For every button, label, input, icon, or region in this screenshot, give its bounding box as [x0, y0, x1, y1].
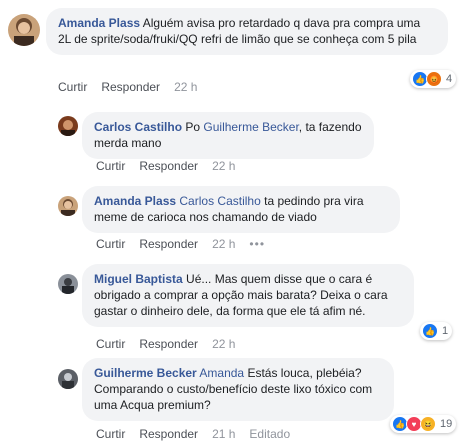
avatar-image	[58, 196, 78, 216]
reply-button[interactable]: Responder	[139, 237, 198, 251]
like-button[interactable]: Curtir	[96, 159, 125, 173]
reply-button[interactable]: Responder	[139, 427, 198, 441]
reactions-summary[interactable]: 👍 1	[420, 322, 453, 340]
comment-bubble: Amanda Plass Alguém avisa pro retardado …	[46, 8, 448, 55]
like-button[interactable]: Curtir	[58, 80, 87, 94]
comment-prefix: Po	[185, 120, 201, 134]
comment-author[interactable]: Miguel Baptista	[94, 272, 183, 286]
reaction-count: 1	[442, 325, 449, 337]
reaction-count: 4	[446, 73, 453, 85]
avatar[interactable]	[58, 196, 78, 216]
mention-link[interactable]: Guilherme Becker	[203, 120, 298, 134]
comment-author[interactable]: Guilherme Becker	[94, 366, 197, 380]
mention-link[interactable]: Carlos Castilho	[179, 194, 260, 208]
like-button[interactable]: Curtir	[96, 337, 125, 351]
reactions-summary[interactable]: 👍 ♥ 😆 19	[390, 415, 457, 433]
comment-bubble: Guilherme Becker Amanda Estás louca, ple…	[82, 358, 394, 421]
comment-actions: Curtir Responder 21 h Editado	[96, 427, 304, 441]
timestamp[interactable]: 22 h	[212, 237, 235, 251]
like-button[interactable]: Curtir	[96, 237, 125, 251]
reactions-summary[interactable]: 👍 😡 4	[410, 70, 457, 88]
reaction-count: 19	[440, 418, 453, 430]
avatar[interactable]	[58, 274, 78, 294]
avatar[interactable]	[58, 116, 78, 136]
comment-bubble: Miguel Baptista Ué... Mas quem disse que…	[82, 264, 414, 327]
avatar-image	[58, 274, 78, 294]
like-icon: 👍	[422, 323, 438, 339]
comment-actions: Curtir Responder 22 h •••	[96, 237, 279, 251]
avatar[interactable]	[8, 14, 40, 46]
haha-icon: 😆	[420, 416, 436, 432]
comment-author[interactable]: Amanda Plass	[94, 194, 176, 208]
timestamp[interactable]: 21 h	[212, 427, 235, 441]
reply-button[interactable]: Responder	[139, 159, 198, 173]
like-button[interactable]: Curtir	[96, 427, 125, 441]
avatar-image	[58, 116, 78, 136]
mention-link[interactable]: Amanda	[199, 366, 244, 380]
avatar[interactable]	[58, 369, 78, 389]
comment-actions: Curtir Responder 22 h	[96, 159, 249, 173]
comment-bubble: Amanda Plass Carlos Castilho ta pedindo …	[82, 186, 400, 233]
angry-icon: 😡	[426, 71, 442, 87]
reply-button[interactable]: Responder	[139, 337, 198, 351]
edited-label[interactable]: Editado	[249, 427, 290, 441]
more-options-icon[interactable]: •••	[249, 237, 265, 251]
timestamp[interactable]: 22 h	[174, 80, 197, 94]
reply-button[interactable]: Responder	[101, 80, 160, 94]
avatar-image	[58, 369, 78, 389]
comment-author[interactable]: Carlos Castilho	[94, 120, 182, 134]
comment-actions: Curtir Responder 22 h	[96, 337, 249, 351]
timestamp[interactable]: 22 h	[212, 337, 235, 351]
comment-author[interactable]: Amanda Plass	[58, 16, 140, 30]
timestamp[interactable]: 22 h	[212, 159, 235, 173]
comment-bubble: Carlos Castilho Po Guilherme Becker, ta …	[82, 112, 374, 159]
comment-actions: Curtir Responder 22 h	[58, 80, 211, 94]
avatar-image	[8, 14, 40, 46]
